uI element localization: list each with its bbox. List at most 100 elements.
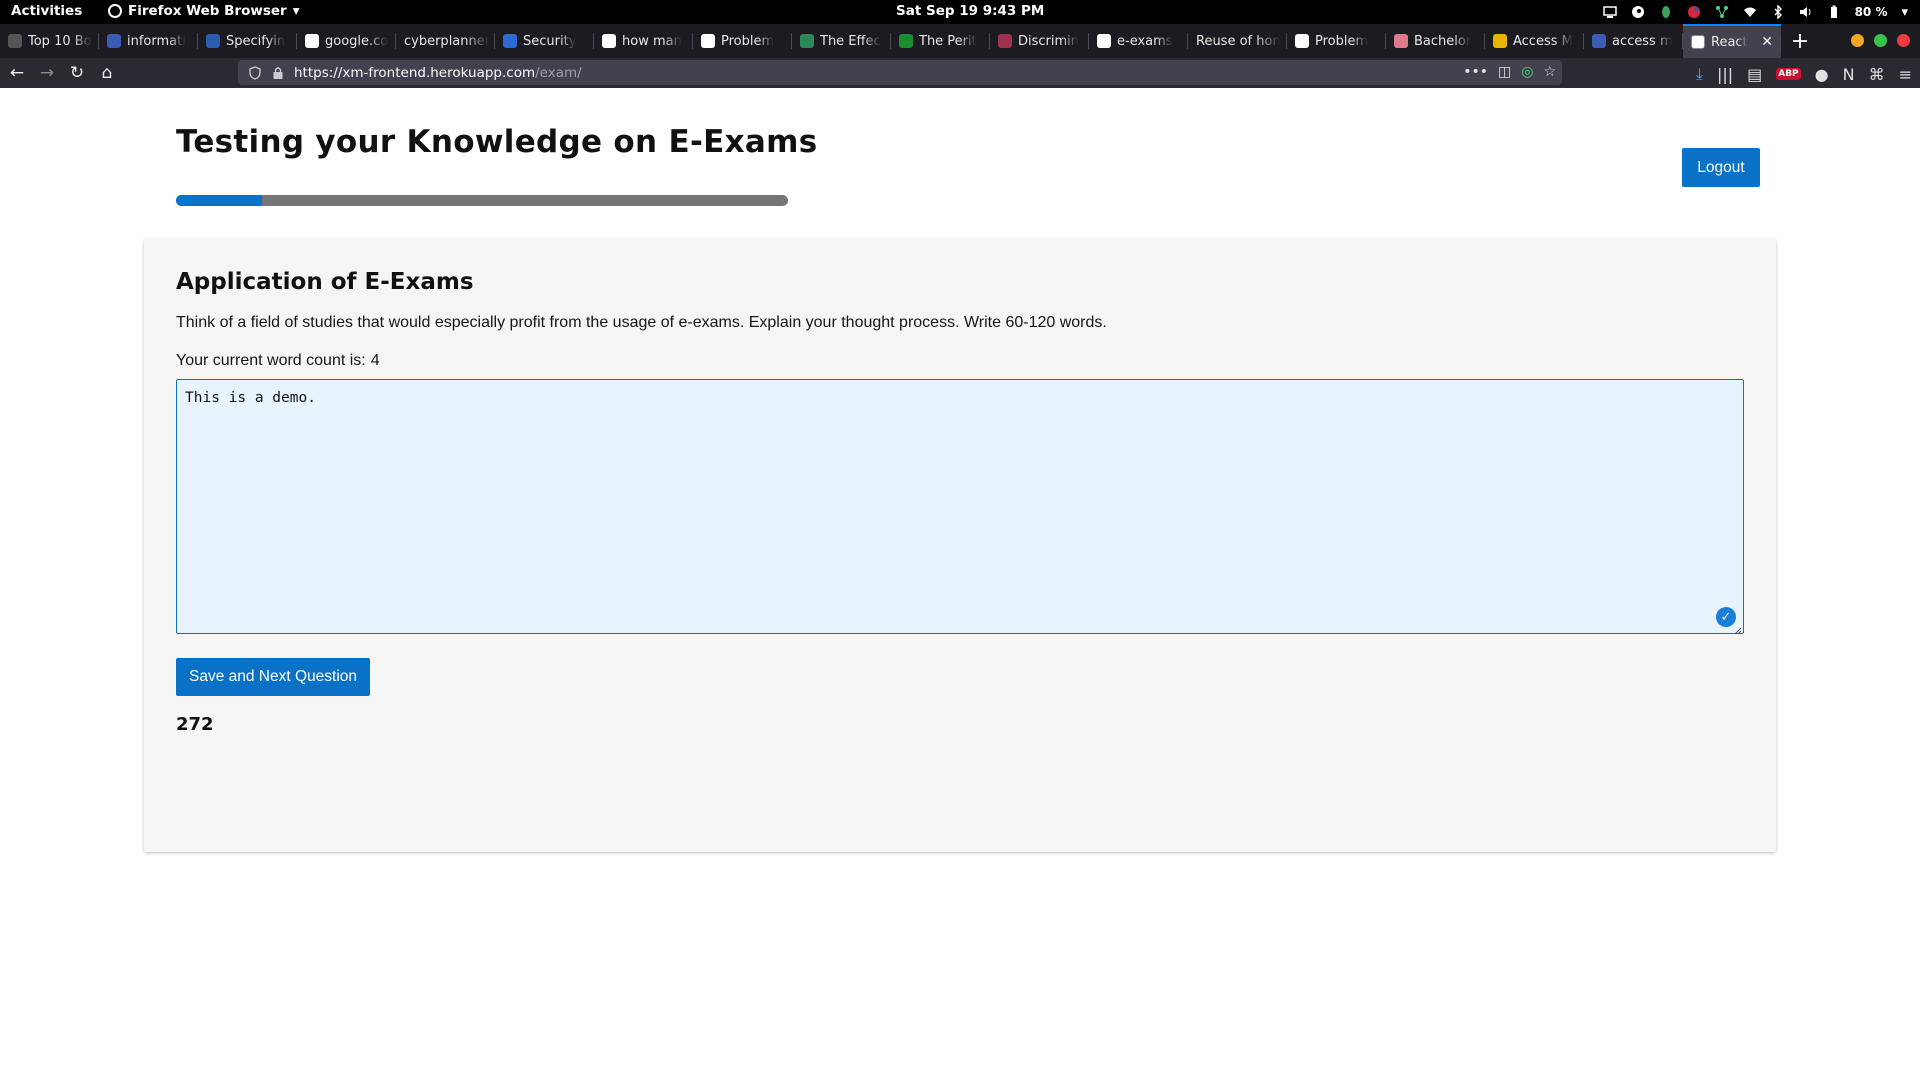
question-text: Think of a field of studies that would e… [176, 314, 1107, 331]
tab-label: Bachelor [1414, 33, 1472, 49]
lock-icon[interactable] [272, 66, 284, 80]
exam-progress-bar [176, 195, 788, 206]
download-icon[interactable]: ⤓ [1696, 64, 1703, 84]
battery-icon[interactable] [1827, 5, 1841, 19]
tab-favicon-icon [107, 34, 121, 48]
chevron-down-icon[interactable]: ▾ [1901, 5, 1908, 20]
tab-label: Security [523, 33, 577, 49]
reload-icon[interactable]: ↻ [62, 63, 92, 83]
browser-tab[interactable]: e-exams [1089, 24, 1188, 58]
activities-button[interactable]: Activities [11, 3, 82, 19]
extension-circle-icon[interactable]: ◎ [1521, 64, 1533, 80]
maximize-button[interactable] [1874, 34, 1887, 47]
pocket-icon[interactable]: ◫ [1498, 64, 1511, 80]
page-content: Testing your Knowledge on E-Exams Logout… [0, 88, 1920, 1080]
tab-label: Top 10 Bo [28, 33, 92, 49]
tab-favicon-icon [1493, 34, 1507, 48]
save-next-button[interactable]: Save and Next Question [176, 658, 370, 696]
browser-tab[interactable]: google.co [297, 24, 396, 58]
network-share-icon[interactable] [1715, 5, 1729, 19]
new-tab-button[interactable]: + [1785, 29, 1815, 54]
tab-favicon-icon [602, 34, 616, 48]
resize-grip-icon[interactable] [1732, 625, 1742, 635]
browser-tab[interactable]: Top 10 Bo [0, 24, 99, 58]
browser-tab[interactable]: Bachelor [1386, 24, 1485, 58]
tab-active[interactable]: React ✕ [1683, 24, 1781, 58]
tab-label: cyberplanner [404, 33, 491, 49]
question-title: Application of E-Exams [176, 269, 474, 295]
browser-tab[interactable]: Reuse of hon [1188, 24, 1287, 58]
tab-label: The Effec [820, 33, 881, 49]
tab-label: e-exams [1117, 33, 1173, 49]
tab-favicon-icon [1295, 34, 1309, 48]
tab-favicon-icon [503, 34, 517, 48]
tab-favicon-icon [998, 34, 1012, 48]
question-card: Application of E-Exams Think of a field … [144, 239, 1776, 852]
shield-icon[interactable] [248, 65, 262, 80]
menu-icon[interactable]: ≡ [1899, 65, 1912, 84]
tab-label: Reuse of hon [1196, 33, 1281, 49]
tab-label: Specifyin [226, 33, 286, 49]
browser-tab[interactable]: informati [99, 24, 198, 58]
word-count: Your current word count is: 4 [176, 352, 380, 370]
record-icon[interactable] [1687, 5, 1701, 19]
logout-button[interactable]: Logout [1682, 148, 1760, 187]
tab-label: google.co [325, 33, 389, 49]
url-bar[interactable]: https://xm-frontend.herokuapp.com/exam/ … [238, 60, 1562, 85]
url-text[interactable]: https://xm-frontend.herokuapp.com/exam/ [294, 65, 582, 81]
library-icon[interactable]: ||| [1717, 65, 1733, 84]
browser-tab[interactable]: how man [594, 24, 693, 58]
screen-icon[interactable] [1602, 5, 1617, 19]
browser-tab[interactable]: The Effec [792, 24, 891, 58]
notion-icon[interactable]: N [1843, 65, 1855, 84]
tab-favicon-icon [1097, 34, 1111, 48]
app-menu[interactable]: Firefox Web Browser ▾ [108, 3, 299, 19]
tab-label: access m [1612, 33, 1673, 49]
adblock-icon[interactable]: ABP [1776, 68, 1801, 80]
tab-label: The Perit [919, 33, 977, 49]
browser-tab[interactable]: Security [495, 24, 594, 58]
browser-tab[interactable]: cyberplanner [396, 24, 495, 58]
volume-icon[interactable] [1799, 5, 1813, 19]
system-top-bar: Activities Firefox Web Browser ▾ Sat Sep… [0, 0, 1920, 24]
app-menu-label: Firefox Web Browser [128, 3, 287, 19]
answer-textarea[interactable] [176, 379, 1744, 634]
browser-nav-bar: ← → ↻ ⌂ https://xm-frontend.herokuapp.co… [0, 58, 1920, 88]
browser-tab[interactable]: Problem [693, 24, 792, 58]
clock[interactable]: Sat Sep 19 9:43 PM [896, 3, 1044, 19]
bookmark-star-icon[interactable]: ☆ [1543, 64, 1556, 80]
tab-favicon-icon [800, 34, 814, 48]
page-actions-icon[interactable]: ••• [1463, 64, 1488, 80]
tab-label: Problem [721, 33, 775, 49]
checkmark-icon: ✓ [1716, 607, 1736, 627]
sidebar-icon[interactable]: ▤ [1747, 65, 1762, 84]
forward-arrow-icon[interactable]: → [32, 63, 62, 83]
url-actions: ••• ◫ ◎ ☆ [1463, 64, 1556, 80]
firefox-icon [108, 4, 122, 18]
bluetooth-icon[interactable] [1771, 5, 1785, 19]
window-controls [1851, 34, 1910, 47]
browser-tab[interactable]: Access M [1485, 24, 1584, 58]
browser-tab[interactable]: Problem [1287, 24, 1386, 58]
tab-label: Discrimin [1018, 33, 1080, 49]
browser-tab[interactable]: Discrimin [990, 24, 1089, 58]
toolbar-right: ⤓ ||| ▤ ABP ● N ⌘ ≡ [1696, 64, 1912, 84]
tab-favicon-icon [8, 34, 22, 48]
tab-favicon-icon [899, 34, 913, 48]
wifi-icon[interactable] [1743, 5, 1757, 19]
minimize-button[interactable] [1851, 34, 1864, 47]
browser-tab[interactable]: access m [1584, 24, 1683, 58]
exam-progress-fill [176, 195, 262, 206]
steam-icon[interactable] [1631, 5, 1645, 19]
home-icon[interactable]: ⌂ [92, 63, 122, 83]
account-icon[interactable]: ● [1815, 65, 1829, 84]
back-arrow-icon[interactable]: ← [2, 63, 32, 83]
browser-tab[interactable]: The Perit [891, 24, 990, 58]
browser-tab[interactable]: Specifyin [198, 24, 297, 58]
close-window-button[interactable] [1897, 34, 1910, 47]
vpn-icon[interactable] [1659, 5, 1673, 19]
close-tab-icon[interactable]: ✕ [1761, 34, 1773, 50]
tab-favicon-icon [206, 34, 220, 48]
extension-icon[interactable]: ⌘ [1869, 65, 1885, 84]
browser-tab-strip: Top 10 Bo informati Specifyin google.co cybe… [0, 24, 1920, 58]
